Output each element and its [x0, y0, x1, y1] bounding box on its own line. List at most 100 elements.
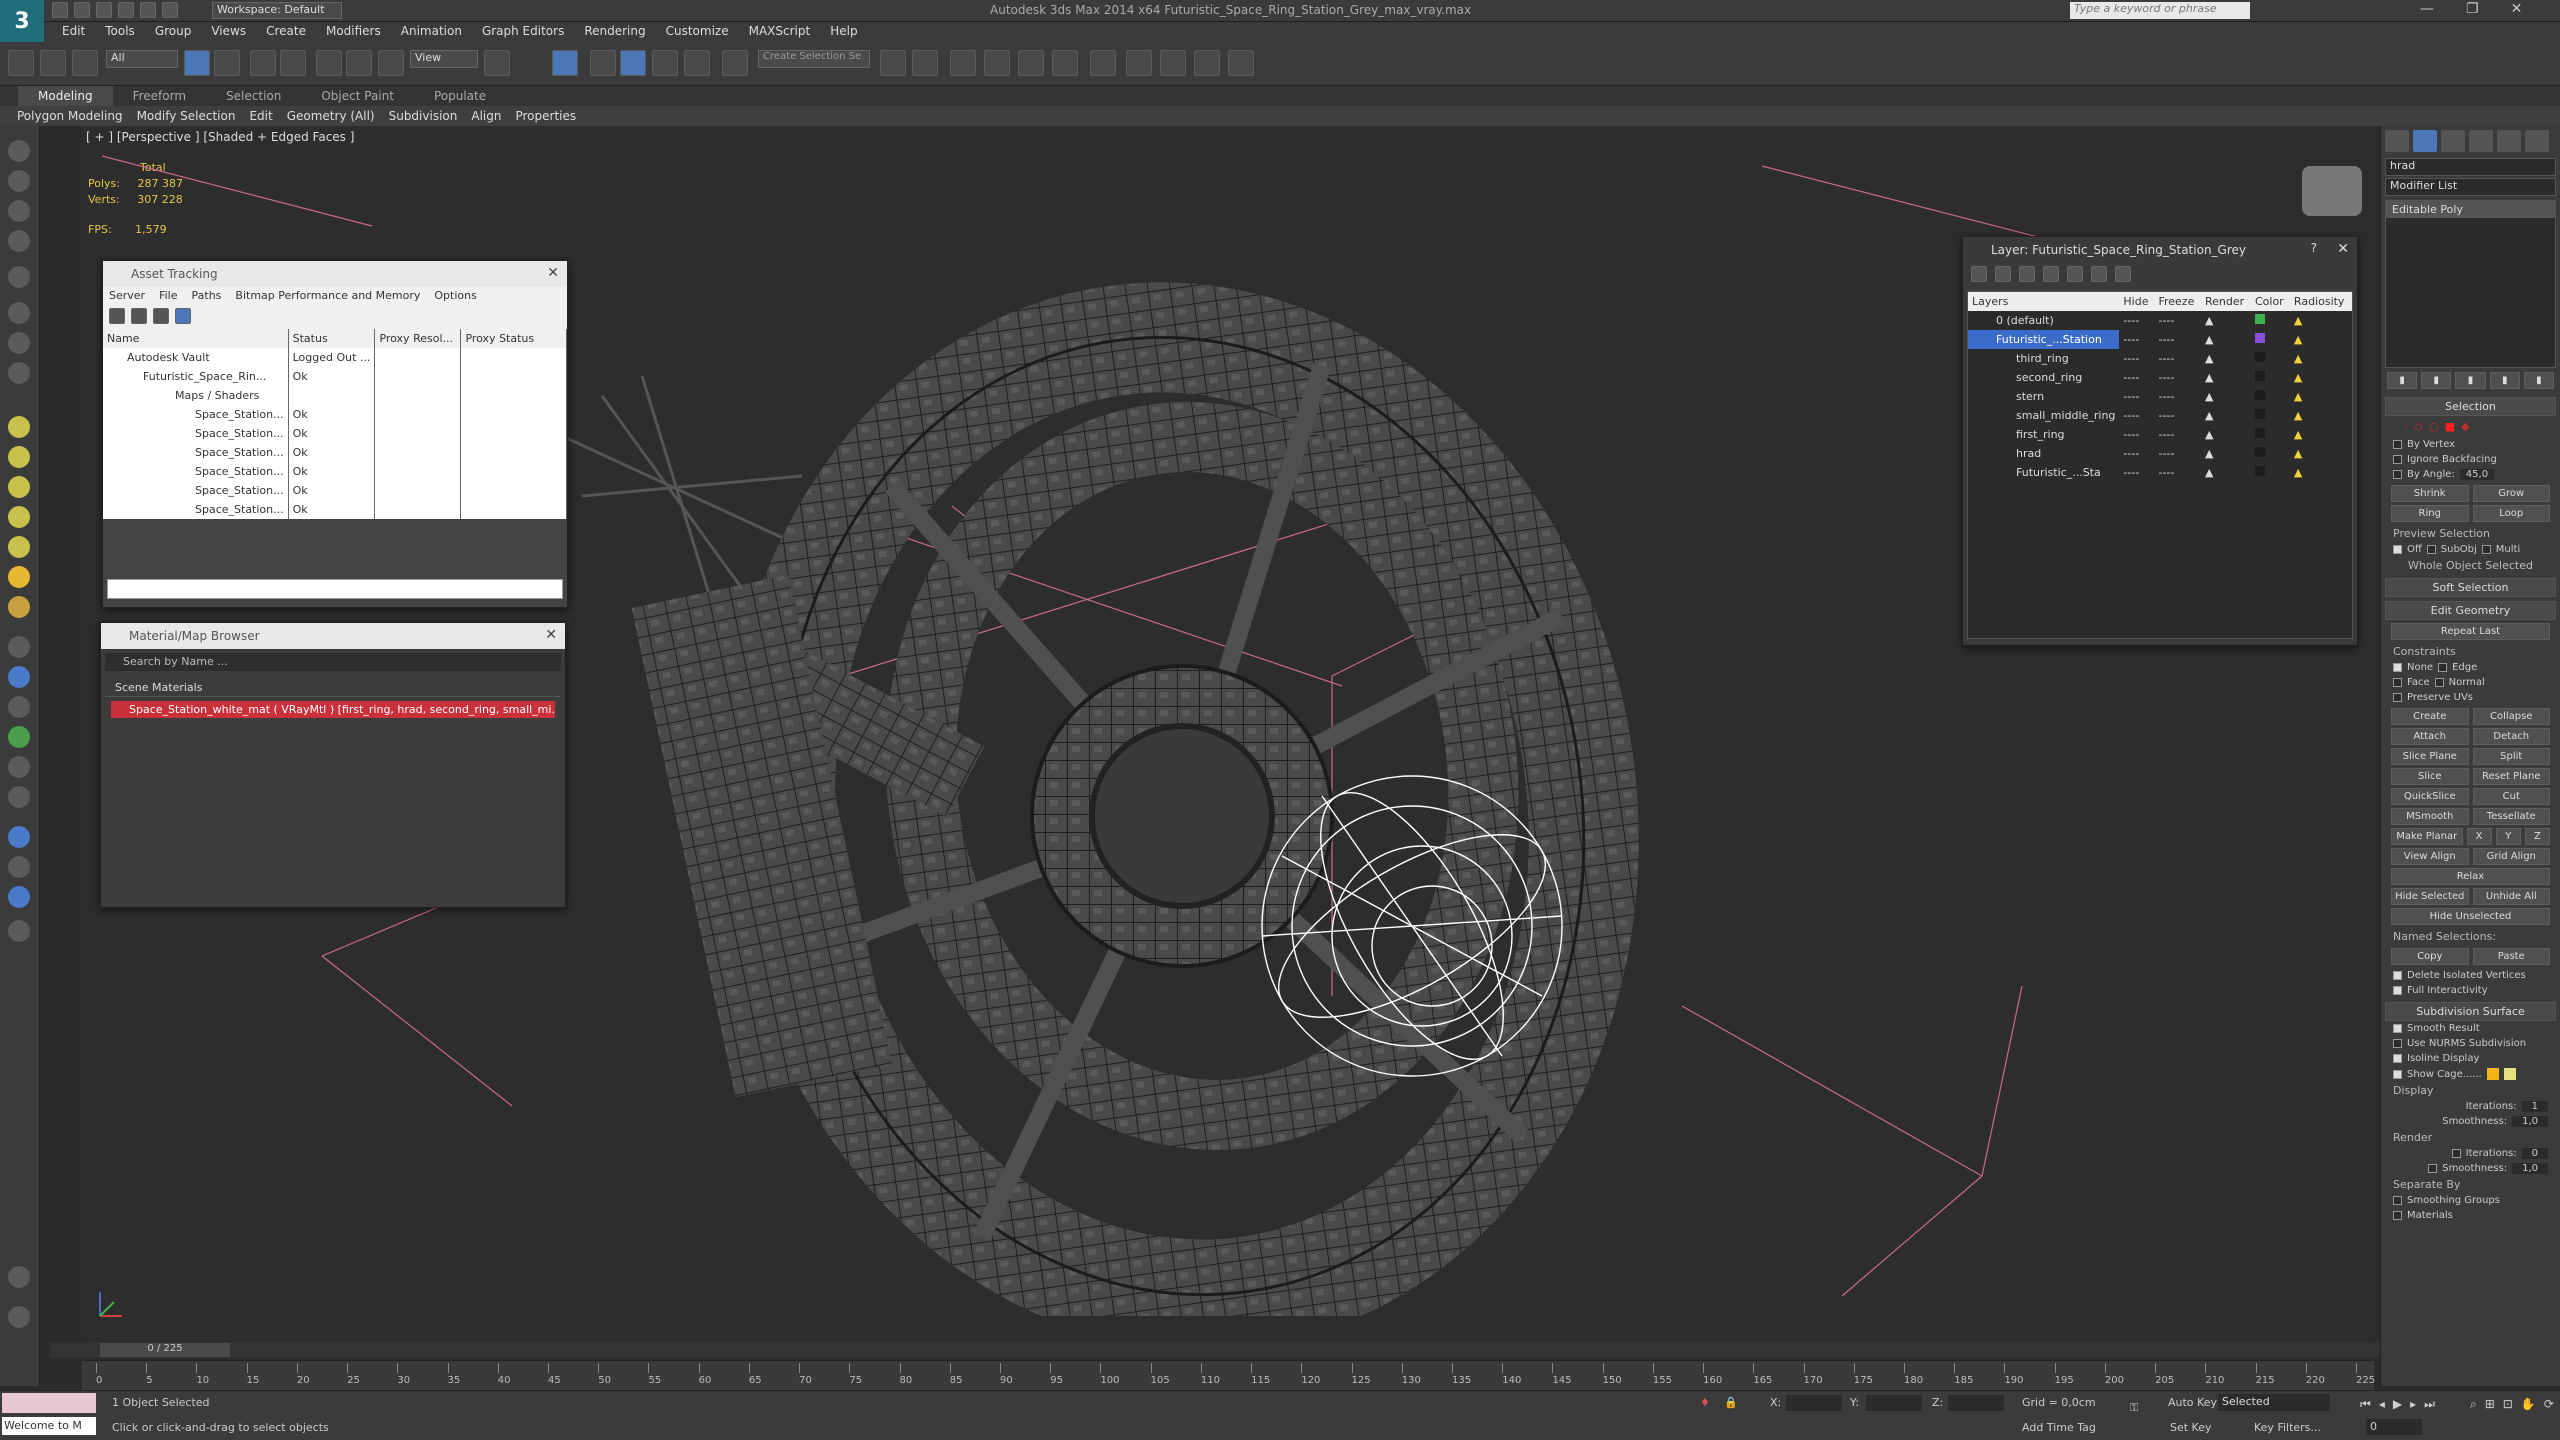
minimize-button[interactable]: — — [2420, 1, 2434, 17]
reset-plane-button[interactable]: Reset Plane — [2472, 768, 2550, 785]
line-icon[interactable] — [8, 302, 30, 324]
rotate-icon[interactable] — [346, 50, 372, 76]
slice-plane-button[interactable]: Slice Plane — [2391, 748, 2469, 765]
cage-color-swatch[interactable] — [2486, 1068, 2499, 1080]
grid-align-button[interactable]: Grid Align — [2472, 848, 2550, 865]
render-smoothness-checkbox[interactable] — [2428, 1164, 2438, 1173]
layer-manager-icon[interactable] — [950, 50, 976, 76]
restore-button[interactable]: ❐ — [2466, 1, 2479, 17]
ribbon-polygon-modeling[interactable]: Polygon Modeling — [10, 106, 130, 126]
selection-rollout-header[interactable]: Selection — [2385, 397, 2556, 416]
col-proxy-status[interactable]: Proxy Status — [460, 329, 567, 348]
window-crossing-icon[interactable] — [280, 50, 306, 76]
select-by-name-icon[interactable] — [214, 50, 240, 76]
copy-button[interactable]: Copy — [2391, 948, 2469, 965]
set-key-button[interactable]: Set Key — [2170, 1421, 2212, 1434]
table-row[interactable]: Autodesk Vault Logged Out ... — [103, 348, 567, 367]
layer-row[interactable]: Futuristic_...Sta ---- ---- ▲ ▲ — [1968, 463, 2352, 482]
freeze-toggle[interactable]: ---- — [2154, 311, 2201, 330]
freeze-toggle[interactable]: ---- — [2154, 387, 2201, 406]
hide-toggle[interactable]: ---- — [2119, 311, 2154, 330]
hide-all-icon[interactable] — [2091, 266, 2107, 282]
material-search-input[interactable]: Search by Name ... — [105, 653, 561, 671]
add-to-layer-icon[interactable] — [2019, 266, 2035, 282]
zoom-icon[interactable]: ⌕ — [2470, 1397, 2477, 1412]
curve-editor-icon[interactable] — [1018, 50, 1044, 76]
planar-x-button[interactable]: X — [2466, 828, 2492, 845]
add-time-tag-button[interactable]: Add Time Tag — [2022, 1421, 2096, 1434]
render-iterative-icon[interactable] — [1228, 50, 1254, 76]
snap-toggle-icon[interactable] — [590, 50, 616, 76]
relax-button[interactable]: Relax — [2391, 868, 2550, 885]
preview-subobj-radio[interactable] — [2426, 545, 2436, 554]
hide-unselected-button[interactable]: Hide Unselected — [2391, 908, 2550, 925]
element-level-icon[interactable]: ◆ — [2461, 420, 2469, 433]
smooth-result-checkbox[interactable] — [2393, 1024, 2402, 1033]
unhide-all-button[interactable]: Unhide All — [2472, 888, 2550, 905]
render-teapot-icon[interactable]: ▲ — [2201, 330, 2251, 349]
open-file-icon[interactable] — [74, 2, 90, 18]
hide-toggle[interactable]: ---- — [2119, 349, 2154, 368]
render-production-icon[interactable] — [1194, 50, 1220, 76]
geosphere-icon[interactable] — [8, 446, 30, 468]
material-editor-icon[interactable] — [1090, 50, 1116, 76]
preview-off-radio[interactable] — [2393, 545, 2402, 554]
asset-menu-server[interactable]: Server — [109, 289, 145, 303]
by-vertex-checkbox[interactable] — [2393, 440, 2402, 449]
layer-row[interactable]: third_ring ---- ---- ▲ ▲ — [1968, 349, 2352, 368]
render-teapot-icon[interactable]: ▲ — [2201, 311, 2251, 330]
layer-row[interactable]: Futuristic_...Station ---- ---- ▲ ▲ — [1968, 330, 2352, 349]
hide-toggle[interactable]: ---- — [2119, 406, 2154, 425]
zoom-all-icon[interactable]: ⊞ — [2485, 1397, 2495, 1412]
menu-group[interactable]: Group — [145, 22, 202, 42]
redo-icon[interactable] — [140, 2, 156, 18]
render-iterations-checkbox[interactable] — [2451, 1149, 2461, 1158]
asset-menu-options[interactable]: Options — [434, 289, 476, 303]
modifier-list-dropdown[interactable]: Modifier List — [2385, 178, 2556, 196]
render-teapot-icon[interactable]: ▲ — [2201, 368, 2251, 387]
teapot-icon[interactable] — [8, 140, 30, 162]
ribbon-modify-selection[interactable]: Modify Selection — [130, 106, 243, 126]
render-teapot-icon[interactable]: ▲ — [2201, 406, 2251, 425]
planar-z-button[interactable]: Z — [2524, 828, 2551, 845]
layer-row[interactable]: first_ring ---- ---- ▲ ▲ — [1968, 425, 2352, 444]
menu-customize[interactable]: Customize — [656, 22, 739, 42]
radiosity-icon[interactable]: ▲ — [2290, 387, 2352, 406]
grow-button[interactable]: Grow — [2472, 485, 2550, 502]
close-icon[interactable]: ✕ — [545, 627, 557, 643]
pan-icon[interactable]: ✋ — [2521, 1397, 2536, 1412]
refresh-icon[interactable] — [109, 308, 125, 324]
freeze-toggle[interactable]: ---- — [2154, 444, 2201, 463]
menu-create[interactable]: Create — [256, 22, 316, 42]
display-iterations-spinner[interactable]: 1 — [2521, 1101, 2548, 1112]
freeze-toggle[interactable]: ---- — [2154, 406, 2201, 425]
spline-icon[interactable] — [8, 332, 30, 354]
asset-menu-paths[interactable]: Paths — [192, 289, 222, 303]
isolate-selection-icon[interactable]: ♦ — [1700, 1396, 1710, 1409]
menu-views[interactable]: Views — [201, 22, 256, 42]
hide-toggle[interactable]: ---- — [2119, 463, 2154, 482]
selection-filter-dropdown[interactable]: All — [106, 50, 178, 68]
repeat-last-button[interactable]: Repeat Last — [2391, 623, 2550, 640]
menu-modifiers[interactable]: Modifiers — [316, 22, 391, 42]
asset-tracking-titlebar[interactable]: Asset Tracking ✕ — [103, 261, 567, 287]
radiosity-icon[interactable]: ▲ — [2290, 311, 2352, 330]
maxscript-input[interactable]: Welcome to M — [2, 1417, 96, 1435]
time-slider-track[interactable] — [50, 1342, 2380, 1358]
scene-material-item[interactable]: Space_Station_white_mat ( VRayMtl ) [fir… — [111, 701, 555, 718]
soft-selection-header[interactable]: Soft Selection — [2385, 578, 2556, 597]
freeze-toggle[interactable]: ---- — [2154, 349, 2201, 368]
table-row[interactable]: Space_Station... Ok — [103, 500, 567, 519]
hide-toggle[interactable]: ---- — [2119, 330, 2154, 349]
graphite-toggle-icon[interactable] — [984, 50, 1010, 76]
materials-checkbox[interactable] — [2393, 1211, 2402, 1220]
close-icon[interactable]: ✕ — [547, 265, 559, 281]
make-planar-button[interactable]: Make Planar — [2391, 828, 2463, 845]
table-row[interactable]: Space_Station... Ok — [103, 424, 567, 443]
ribbon-geometry-all[interactable]: Geometry (All) — [280, 106, 382, 126]
configure-sets-icon[interactable]: ▮ — [2523, 372, 2555, 389]
camera-icon[interactable] — [8, 696, 30, 718]
col-radiosity[interactable]: Radiosity — [2290, 292, 2352, 311]
radiosity-icon[interactable]: ▲ — [2290, 330, 2352, 349]
tab-object-paint[interactable]: Object Paint — [301, 86, 414, 106]
